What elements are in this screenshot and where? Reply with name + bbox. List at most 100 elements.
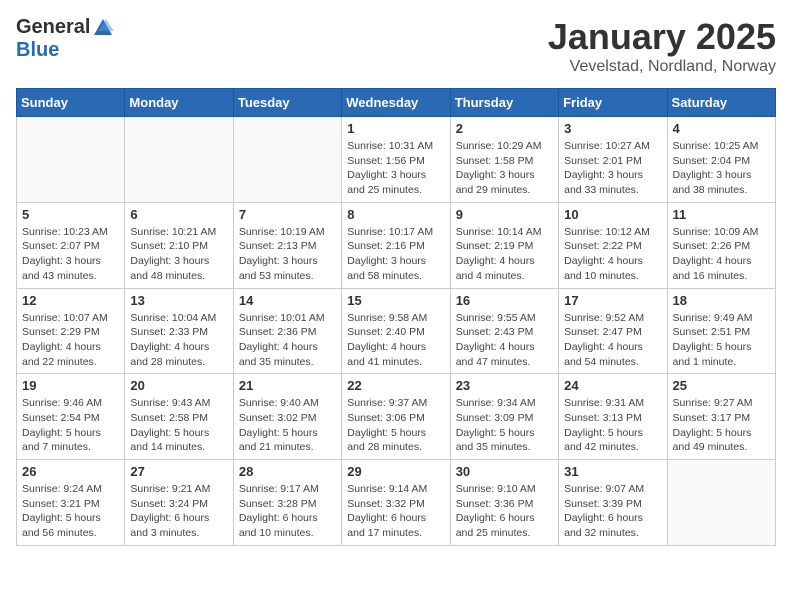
day-info: Sunrise: 10:27 AM Sunset: 2:01 PM Daylig… — [564, 139, 661, 198]
calendar-week-row: 19 Sunrise: 9:46 AM Sunset: 2:54 PM Dayli… — [17, 374, 776, 460]
day-info: Sunrise: 10:25 AM Sunset: 2:04 PM Daylig… — [673, 139, 770, 198]
day-info: Sunrise: 10:09 AM Sunset: 2:26 PM Daylig… — [673, 225, 770, 284]
day-number: 6 — [130, 207, 227, 222]
calendar-cell: 27Sunrise: 9:21 AM Sunset: 3:24 PM Dayli… — [125, 460, 233, 546]
calendar-cell: 29 Sunrise: 9:14 AM Sunset: 3:32 PM Dayli… — [342, 460, 450, 546]
location-text: Vevelstad, Nordland, Norway — [548, 58, 776, 76]
calendar-cell: 30Sunrise: 9:10 AM Sunset: 3:36 PM Dayli… — [450, 460, 558, 546]
calendar-cell — [17, 117, 125, 203]
day-number: 21 — [239, 378, 336, 393]
title-section: January 2025 Vevelstad, Nordland, Norway — [548, 16, 776, 76]
weekday-header: Tuesday — [233, 89, 341, 117]
day-info: Sunrise: 9:31 AM Sunset: 3:13 PM Dayligh… — [564, 396, 661, 455]
day-number: 20 — [130, 378, 227, 393]
day-info: Sunrise: 10:14 AM Sunset: 2:19 PM Daylig… — [456, 225, 553, 284]
calendar-cell: 10Sunrise: 10:12 AM Sunset: 2:22 PM Dayl… — [559, 202, 667, 288]
day-info: Sunrise: 10:01 AM Sunset: 2:36 PM Daylig… — [239, 311, 336, 370]
calendar-cell: 16Sunrise: 9:55 AM Sunset: 2:43 PM Dayli… — [450, 288, 558, 374]
calendar-week-row: 5 Sunrise: 10:23 AM Sunset: 2:07 PM Dayli… — [17, 202, 776, 288]
calendar-cell: 17 Sunrise: 9:52 AM Sunset: 2:47 PM Dayli… — [559, 288, 667, 374]
day-info: Sunrise: 9:58 AM Sunset: 2:40 PM Dayligh… — [347, 311, 444, 370]
calendar-cell: 4 Sunrise: 10:25 AM Sunset: 2:04 PM Dayli… — [667, 117, 775, 203]
day-number: 26 — [22, 464, 119, 479]
calendar-cell: 20 Sunrise: 9:43 AM Sunset: 2:58 PM Dayli… — [125, 374, 233, 460]
calendar-cell: 6 Sunrise: 10:21 AM Sunset: 2:10 PM Dayli… — [125, 202, 233, 288]
weekday-header: Saturday — [667, 89, 775, 117]
day-number: 15 — [347, 293, 444, 308]
calendar-cell — [233, 117, 341, 203]
calendar-cell: 2 Sunrise: 10:29 AM Sunset: 1:58 PM Dayli… — [450, 117, 558, 203]
calendar-cell: 15 Sunrise: 9:58 AM Sunset: 2:40 PM Dayli… — [342, 288, 450, 374]
day-info: Sunrise: 9:07 AM Sunset: 3:39 PM Dayligh… — [564, 482, 661, 541]
day-number: 7 — [239, 207, 336, 222]
calendar-cell: 12 Sunrise: 10:07 AM Sunset: 2:29 PM Dayl… — [17, 288, 125, 374]
day-info: Sunrise: 9:14 AM Sunset: 3:32 PM Dayligh… — [347, 482, 444, 541]
day-number: 4 — [673, 121, 770, 136]
day-info: Sunrise: 9:10 AM Sunset: 3:36 PM Dayligh… — [456, 482, 553, 541]
calendar-cell: 13 Sunrise: 10:04 AM Sunset: 2:33 PM Dayl… — [125, 288, 233, 374]
weekday-header: Wednesday — [342, 89, 450, 117]
month-title: January 2025 — [548, 16, 776, 58]
day-info: Sunrise: 9:17 AM Sunset: 3:28 PM Dayligh… — [239, 482, 336, 541]
day-number: 24 — [564, 378, 661, 393]
day-number: 9 — [456, 207, 553, 222]
day-info: Sunrise: 10:19 AM Sunset: 2:13 PM Daylig… — [239, 225, 336, 284]
day-number: 27 — [130, 464, 227, 479]
day-info: Sunrise: 10:07 AM Sunset: 2:29 PM Daylig… — [22, 311, 119, 370]
day-info: Sunrise: 10:21 AM Sunset: 2:10 PM Daylig… — [130, 225, 227, 284]
day-info: Sunrise: 9:24 AM Sunset: 3:21 PM Dayligh… — [22, 482, 119, 541]
calendar-cell: 5 Sunrise: 10:23 AM Sunset: 2:07 PM Dayli… — [17, 202, 125, 288]
day-info: Sunrise: 9:27 AM Sunset: 3:17 PM Dayligh… — [673, 396, 770, 455]
day-number: 8 — [347, 207, 444, 222]
calendar-week-row: 26 Sunrise: 9:24 AM Sunset: 3:21 PM Dayli… — [17, 460, 776, 546]
calendar-cell: 25 Sunrise: 9:27 AM Sunset: 3:17 PM Dayli… — [667, 374, 775, 460]
weekday-header: Thursday — [450, 89, 558, 117]
calendar-cell — [125, 117, 233, 203]
day-info: Sunrise: 10:23 AM Sunset: 2:07 PM Daylig… — [22, 225, 119, 284]
calendar-cell: 14 Sunrise: 10:01 AM Sunset: 2:36 PM Dayl… — [233, 288, 341, 374]
day-info: Sunrise: 9:43 AM Sunset: 2:58 PM Dayligh… — [130, 396, 227, 455]
calendar-cell: 7 Sunrise: 10:19 AM Sunset: 2:13 PM Dayli… — [233, 202, 341, 288]
calendar-week-row: 12 Sunrise: 10:07 AM Sunset: 2:29 PM Dayl… — [17, 288, 776, 374]
day-number: 10 — [564, 207, 661, 222]
day-number: 5 — [22, 207, 119, 222]
day-number: 31 — [564, 464, 661, 479]
calendar-cell: 1Sunrise: 10:31 AM Sunset: 1:56 PM Dayli… — [342, 117, 450, 203]
day-info: Sunrise: 9:34 AM Sunset: 3:09 PM Dayligh… — [456, 396, 553, 455]
day-number: 1 — [347, 121, 444, 136]
day-number: 13 — [130, 293, 227, 308]
day-number: 17 — [564, 293, 661, 308]
calendar-cell: 22Sunrise: 9:37 AM Sunset: 3:06 PM Dayli… — [342, 374, 450, 460]
calendar-header-row: SundayMondayTuesdayWednesdayThursdayFrid… — [17, 89, 776, 117]
day-info: Sunrise: 9:46 AM Sunset: 2:54 PM Dayligh… — [22, 396, 119, 455]
calendar-cell: 9 Sunrise: 10:14 AM Sunset: 2:19 PM Dayli… — [450, 202, 558, 288]
weekday-header: Friday — [559, 89, 667, 117]
calendar-cell: 18 Sunrise: 9:49 AM Sunset: 2:51 PM Dayli… — [667, 288, 775, 374]
day-number: 19 — [22, 378, 119, 393]
day-number: 18 — [673, 293, 770, 308]
logo-icon — [92, 17, 114, 39]
day-number: 2 — [456, 121, 553, 136]
calendar-cell: 28Sunrise: 9:17 AM Sunset: 3:28 PM Dayli… — [233, 460, 341, 546]
day-number: 12 — [22, 293, 119, 308]
page-header: General Blue January 2025 Vevelstad, Nor… — [16, 16, 776, 76]
logo-blue-text: Blue — [16, 39, 59, 62]
calendar-cell: 21 Sunrise: 9:40 AM Sunset: 3:02 PM Dayli… — [233, 374, 341, 460]
day-info: Sunrise: 9:49 AM Sunset: 2:51 PM Dayligh… — [673, 311, 770, 370]
calendar-cell: 11Sunrise: 10:09 AM Sunset: 2:26 PM Dayl… — [667, 202, 775, 288]
day-info: Sunrise: 10:29 AM Sunset: 1:58 PM Daylig… — [456, 139, 553, 198]
day-number: 14 — [239, 293, 336, 308]
day-number: 23 — [456, 378, 553, 393]
logo: General Blue — [16, 16, 114, 62]
weekday-header: Monday — [125, 89, 233, 117]
day-number: 25 — [673, 378, 770, 393]
day-number: 16 — [456, 293, 553, 308]
day-info: Sunrise: 10:17 AM Sunset: 2:16 PM Daylig… — [347, 225, 444, 284]
day-number: 29 — [347, 464, 444, 479]
day-info: Sunrise: 9:52 AM Sunset: 2:47 PM Dayligh… — [564, 311, 661, 370]
calendar-cell: 23 Sunrise: 9:34 AM Sunset: 3:09 PM Dayli… — [450, 374, 558, 460]
day-info: Sunrise: 9:40 AM Sunset: 3:02 PM Dayligh… — [239, 396, 336, 455]
day-number: 22 — [347, 378, 444, 393]
calendar-table: SundayMondayTuesdayWednesdayThursdayFrid… — [16, 88, 776, 546]
day-info: Sunrise: 10:04 AM Sunset: 2:33 PM Daylig… — [130, 311, 227, 370]
